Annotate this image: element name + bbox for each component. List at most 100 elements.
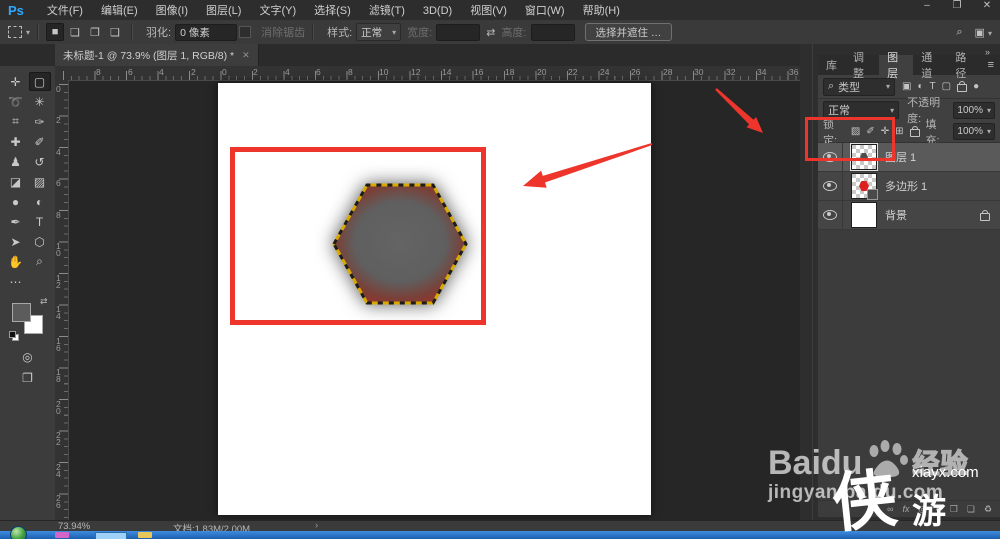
new-group-icon[interactable]: ❒ (950, 504, 958, 515)
layer-thumbnail[interactable] (851, 173, 877, 199)
tool-more[interactable]: ⋯ (5, 272, 27, 291)
tool-healing-brush[interactable]: ✚ (5, 132, 27, 151)
separator (37, 24, 39, 40)
default-colors-icon[interactable] (9, 331, 17, 339)
filter-image-icon[interactable]: ▣ (902, 81, 911, 92)
swap-colors-icon[interactable]: ⇄ (40, 296, 48, 307)
tool-dodge[interactable]: ◐ (29, 192, 51, 211)
close-tab-icon[interactable]: ✕ (242, 50, 250, 61)
width-input[interactable] (436, 24, 480, 41)
layer-style-icon[interactable]: fx (902, 504, 909, 514)
menu-item-窗口(W)[interactable]: 窗口(W) (516, 5, 574, 17)
restore-button[interactable]: ❐ (950, 0, 964, 11)
foreground-color-swatch[interactable] (12, 303, 31, 322)
taskbar-app-icon[interactable] (138, 532, 152, 538)
swap-dimensions-icon[interactable]: ⇄ (486, 26, 495, 39)
feather-input[interactable]: 0 像素 (175, 24, 237, 41)
search-icon[interactable]: ⌕ (956, 26, 962, 39)
delete-layer-icon[interactable]: ♻ (984, 504, 992, 515)
selection-mode-buttons: ■❏❐❑ (46, 23, 124, 41)
subtract-selection-button[interactable]: ❐ (86, 23, 104, 41)
eye-icon[interactable] (823, 210, 837, 220)
layer-row-背景[interactable]: 背景 (818, 201, 1000, 230)
menu-item-图层(L)[interactable]: 图层(L) (197, 5, 250, 17)
tool-history-brush[interactable]: ↺ (29, 152, 51, 171)
quick-mask-button[interactable]: ◎ (22, 347, 32, 366)
filter-type-icon[interactable]: T (930, 81, 936, 92)
panel-tab-通道[interactable]: 通道 (913, 55, 947, 75)
new-selection-button[interactable]: ■ (46, 23, 64, 41)
status-chevron-icon[interactable]: › (315, 520, 318, 531)
tool-move[interactable]: ✛ (5, 72, 27, 91)
tool-quick-select[interactable]: ✳ (29, 92, 51, 111)
fill-select[interactable]: 100% ▾ (953, 123, 995, 140)
eye-icon[interactable] (823, 181, 837, 191)
tool-gradient[interactable]: ▨ (29, 172, 51, 191)
width-label: 宽度: (407, 24, 432, 40)
screen-mode-button[interactable]: ❐ (22, 368, 33, 387)
filter-toggle-icon[interactable]: ● (973, 81, 979, 92)
filter-smart-object-icon[interactable] (957, 84, 967, 92)
taskbar-app-icon[interactable] (55, 532, 69, 538)
menu-item-3D(D)[interactable]: 3D(D) (414, 5, 461, 17)
tool-eraser[interactable]: ◪ (5, 172, 27, 191)
height-input[interactable] (531, 24, 575, 41)
tool-crop[interactable]: ⌗ (5, 112, 27, 131)
menu-items: 文件(F)编辑(E)图像(I)图层(L)文字(Y)选择(S)滤镜(T)3D(D)… (38, 1, 629, 19)
select-and-mask-button[interactable]: 选择并遮住 … (585, 23, 673, 41)
tool-pen[interactable]: ✒ (5, 212, 27, 231)
tools-panel: ✛▢➰✳⌗✑✚✐♟↺◪▨●◐✒T➤⬡✋⌕⋯ ⇄ ◎ ❐ (0, 66, 56, 520)
lock-artboard-icon[interactable]: ⊞ (895, 126, 903, 137)
layer-thumbnail[interactable] (851, 202, 877, 228)
tool-eyedropper[interactable]: ✑ (29, 112, 51, 131)
tool-path-select[interactable]: ➤ (5, 232, 27, 251)
tool-marquee[interactable]: ▢ (29, 72, 51, 91)
filter-shape-icon[interactable]: ▢ (942, 81, 951, 92)
panel-tab-调整[interactable]: 调整 (845, 55, 879, 75)
style-select[interactable]: 正常 ▾ (356, 23, 401, 41)
menu-item-滤镜(T)[interactable]: 滤镜(T) (360, 5, 414, 17)
layer-row-多边形 1[interactable]: 多边形 1 (818, 172, 1000, 201)
panel-tab-图层[interactable]: 图层 (879, 55, 913, 75)
antialias-checkbox[interactable] (239, 26, 251, 38)
menu-item-帮助(H)[interactable]: 帮助(H) (574, 5, 629, 17)
tool-type[interactable]: T (29, 212, 51, 231)
close-button[interactable]: ✕ (980, 0, 994, 11)
tool-lasso[interactable]: ➰ (5, 92, 27, 111)
filter-adjustment-icon[interactable]: ◐ (917, 81, 923, 92)
ruler-label: 6 (128, 67, 133, 77)
menu-item-文字(Y)[interactable]: 文字(Y) (250, 5, 305, 17)
menu-item-图像(I)[interactable]: 图像(I) (147, 5, 197, 17)
filter-type-select[interactable]: ⌕ 类型 ▾ (823, 78, 895, 96)
add-selection-button[interactable]: ❏ (66, 23, 84, 41)
tool-clone-stamp[interactable]: ♟ (5, 152, 27, 171)
tool-hand[interactable]: ✋ (5, 252, 27, 271)
panel-menu-icon[interactable]: ≡ (982, 55, 1000, 75)
document-tab[interactable]: 未标题-1 @ 73.9% (图层 1, RGB/8) * ✕ (55, 44, 259, 66)
lock-all-icon[interactable] (910, 129, 920, 137)
visibility-cell[interactable] (818, 201, 843, 229)
intersect-selection-button[interactable]: ❑ (106, 23, 124, 41)
panel-tab-路径[interactable]: 路径 (947, 55, 981, 75)
tool-preset-picker[interactable]: ▾ (8, 26, 30, 38)
minimize-button[interactable]: – (920, 0, 934, 11)
menu-item-选择(S)[interactable]: 选择(S) (305, 5, 360, 17)
new-layer-icon[interactable]: ❏ (967, 504, 975, 515)
menu-item-编辑(E)[interactable]: 编辑(E) (92, 5, 147, 17)
taskbar-app-icon[interactable] (95, 532, 127, 539)
start-button[interactable] (10, 526, 27, 539)
workspace-switcher[interactable]: ▣ ▾ (975, 26, 992, 39)
tool-zoom[interactable]: ⌕ (29, 252, 51, 271)
menu-item-视图(V)[interactable]: 视图(V) (461, 5, 516, 17)
ruler-label: 14 (56, 306, 63, 320)
panel-tab-库[interactable]: 库 (818, 55, 845, 75)
ruler-label: 30 (694, 67, 703, 77)
layer-lock-icon[interactable] (980, 213, 990, 221)
layer-name: 多边形 1 (885, 178, 927, 194)
visibility-cell[interactable] (818, 172, 843, 200)
tool-shape[interactable]: ⬡ (29, 232, 51, 251)
tool-blur[interactable]: ● (5, 192, 27, 211)
tool-brush[interactable]: ✐ (29, 132, 51, 151)
opacity-select[interactable]: 100% ▾ (953, 102, 995, 119)
menu-item-文件(F)[interactable]: 文件(F) (38, 5, 92, 17)
